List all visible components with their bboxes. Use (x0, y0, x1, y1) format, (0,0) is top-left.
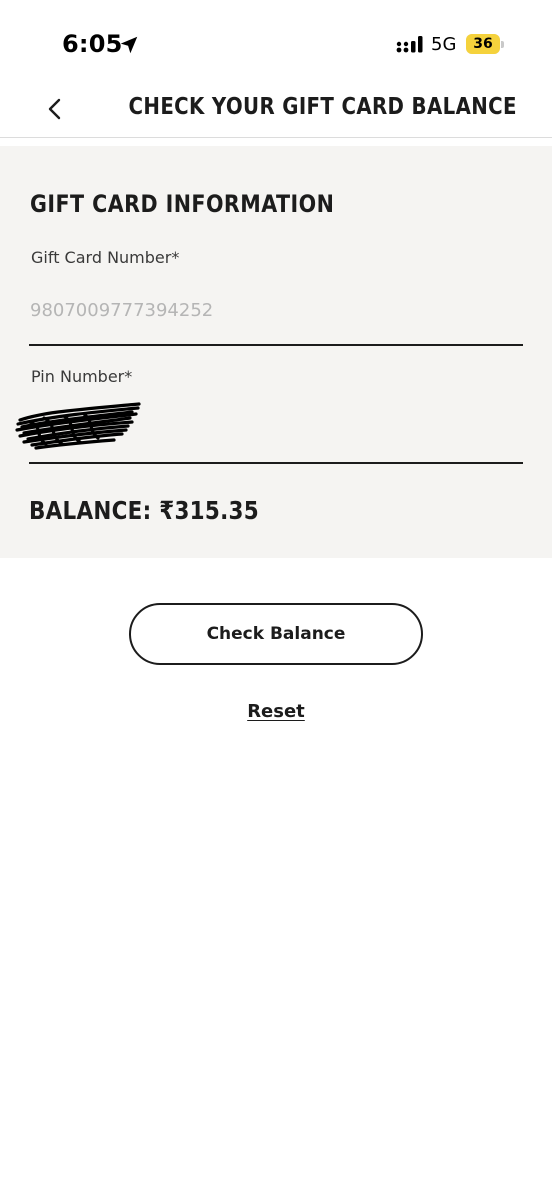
redaction-scribble (15, 402, 141, 450)
balance-display: BALANCE: ₹315.35 (29, 496, 259, 525)
reset-link[interactable]: Reset (0, 701, 552, 722)
pin-number-underline (29, 462, 523, 464)
balance-value: ₹315.35 (159, 496, 259, 525)
cellular-signal-icon (396, 36, 423, 53)
status-time: 6:05 (62, 30, 123, 58)
back-button[interactable] (38, 92, 72, 126)
gift-card-info-panel: GIFT CARD INFORMATION Gift Card Number* … (0, 146, 552, 558)
network-type: 5G (431, 34, 457, 55)
gift-card-balance-screen: 6:05 5G 36 CHECK YOUR GIFT CARD BALANCE … (0, 0, 552, 1200)
location-arrow-icon (120, 36, 138, 54)
section-title: GIFT CARD INFORMATION (30, 190, 335, 218)
balance-label: BALANCE: (29, 496, 152, 525)
battery-nub (501, 41, 504, 48)
check-balance-button[interactable]: Check Balance (129, 603, 423, 665)
battery-indicator: 36 (466, 34, 504, 54)
status-bar: 6:05 5G 36 (0, 0, 552, 80)
card-number-input[interactable] (30, 298, 522, 322)
pin-number-label: Pin Number* (31, 367, 133, 386)
battery-body: 36 (466, 34, 500, 54)
page-header: CHECK YOUR GIFT CARD BALANCE (0, 80, 552, 138)
chevron-left-icon (48, 98, 61, 120)
battery-level: 36 (473, 36, 493, 52)
card-number-label: Gift Card Number* (31, 248, 180, 267)
card-number-underline (29, 344, 523, 346)
page-title: CHECK YOUR GIFT CARD BALANCE (128, 94, 517, 120)
